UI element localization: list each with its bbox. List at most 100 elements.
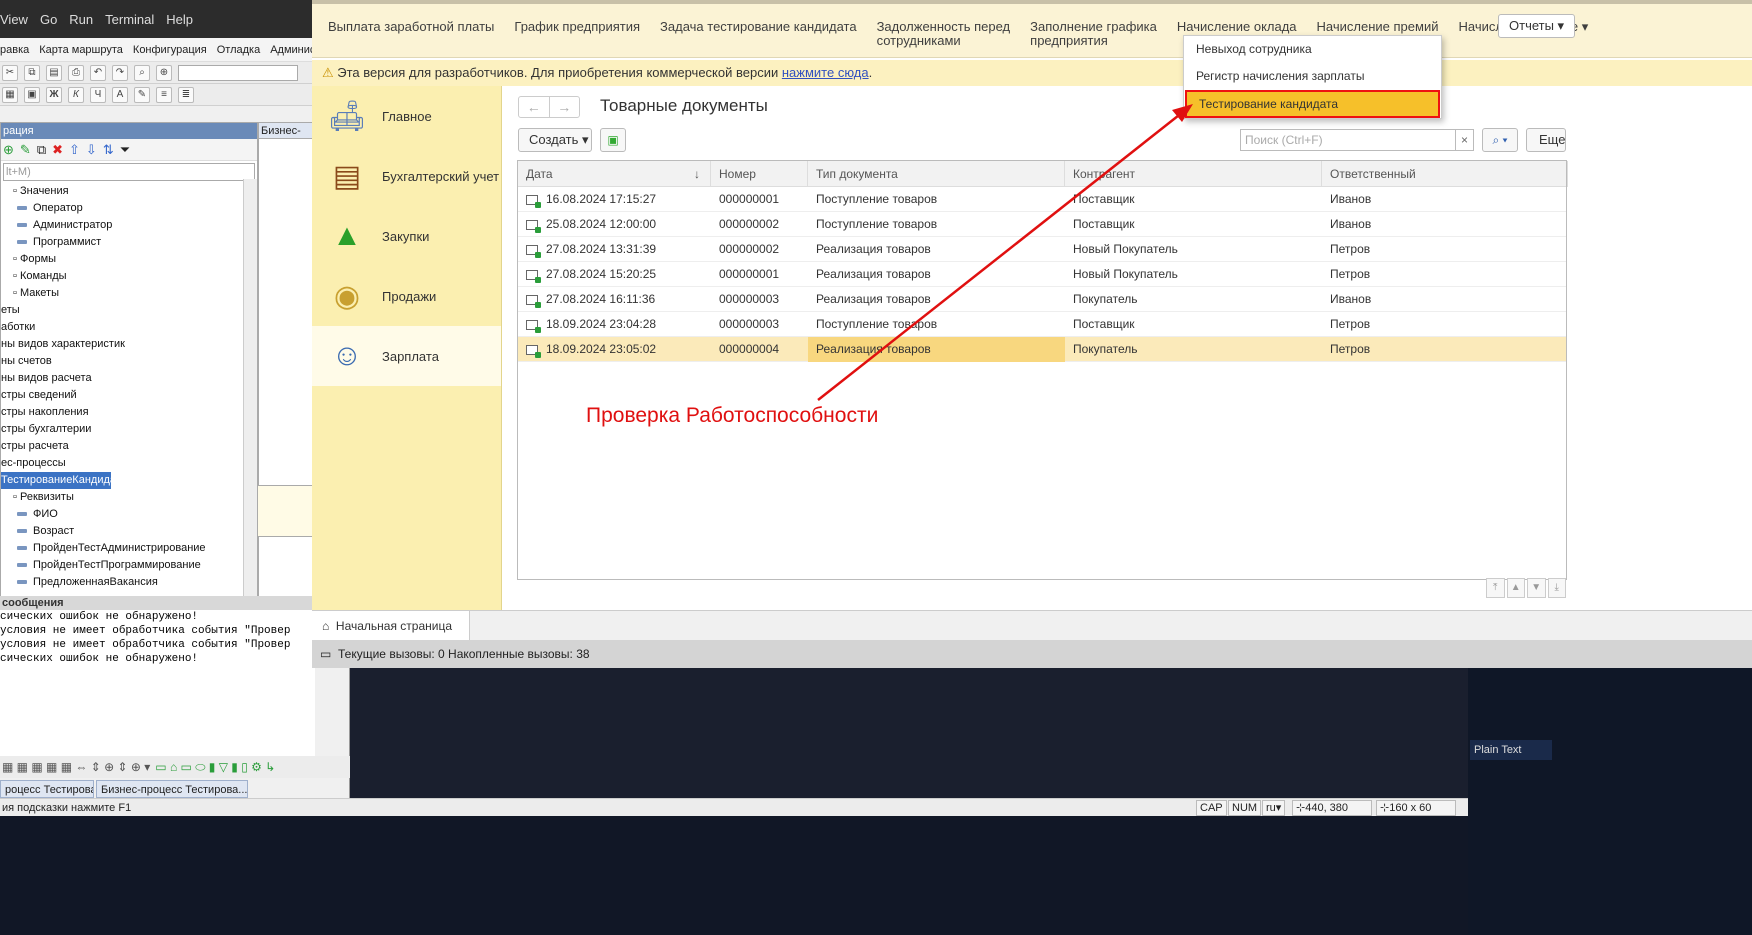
sort-icon[interactable]: ⇅ [103,142,114,158]
move-up-icon[interactable]: ⇧ [69,142,80,158]
paste-icon[interactable]: ▤ [46,64,62,81]
tree-item[interactable]: Оператор [1,200,257,217]
cfg-menu-route[interactable]: Карта маршрута [39,44,123,56]
table-row[interactable]: 25.08.2024 12:00:00 000000002 Поступление … [518,212,1566,237]
print-icon[interactable]: ⎙ [68,64,84,81]
tree-item[interactable]: еты [1,302,257,319]
table-row[interactable]: 27.08.2024 16:11:36 000000003 Реализация т… [518,287,1566,312]
tree-item[interactable]: аботки [1,319,257,336]
tree-item[interactable]: стры бухгалтерии [1,421,257,438]
task-bizprocess-1[interactable]: роцесс Тестирова... [0,780,94,798]
clear-search-icon[interactable]: × [1456,129,1474,151]
underline-icon[interactable]: Ч [90,86,106,103]
column-header[interactable]: Ответственный [1322,161,1568,187]
back-arrow-icon[interactable]: ← [519,97,549,117]
bizprocess-tab[interactable]: Бизнес- [259,123,313,139]
tree-item[interactable]: ПройденТестАдминистрирование [1,540,257,557]
tree-item[interactable]: ны видов характеристик [1,336,257,353]
bold-icon[interactable]: Ж [46,86,62,103]
table-row[interactable]: 27.08.2024 15:20:25 000000001 Реализация т… [518,262,1566,287]
dropdown-item[interactable]: Тестирование кандидата [1185,90,1440,118]
grid-icon[interactable]: ▦ [2,86,18,103]
cut-icon[interactable]: ✂ [2,64,18,81]
tree-scrollbar[interactable] [243,179,257,597]
menu-run[interactable]: Run [69,12,93,27]
last-page-icon[interactable]: ⤓ [1547,578,1566,598]
nav-item[interactable]: Начисление премий [1317,20,1439,34]
tree-item[interactable]: ФИО [1,506,257,523]
section-1[interactable]: 🛋 Главное [312,86,501,146]
add-icon[interactable]: ⊕ [3,142,14,158]
section-2[interactable]: ▤ Бухгалтерский учет [312,146,501,206]
copy-icon[interactable]: ⧉ [24,64,40,81]
edit-icon[interactable]: ✎ [20,142,31,158]
column-header[interactable]: Дата ↓ [518,161,711,187]
tree-item[interactable]: ТестированиеКандидата [1,472,111,489]
tree-item[interactable]: ▫ Реквизиты [1,489,257,506]
add-doc-icon[interactable]: ▣ [600,128,626,152]
dropdown-item[interactable]: Невыход сотрудника [1184,36,1441,63]
cfg-menu-edit[interactable]: равка [0,44,29,56]
prev-page-icon[interactable]: ▲ [1506,578,1525,598]
nav-item[interactable]: Выплата заработной платы [328,20,494,34]
menu-go[interactable]: Go [40,12,57,27]
redo-icon[interactable]: ↷ [112,64,128,81]
status-lang[interactable]: ru▾ [1262,800,1286,816]
first-page-icon[interactable]: ⤒ [1486,578,1505,598]
menu-help[interactable]: Help [166,12,193,27]
search-icon[interactable]: ⌕ ▾ [1482,128,1518,152]
more-button[interactable]: Еще [1526,128,1566,152]
align-center-icon[interactable]: ≣ [178,86,194,103]
tree-search-input[interactable]: lt+M) [3,163,255,181]
column-header[interactable]: Номер [711,161,808,187]
next-page-icon[interactable]: ▼ [1527,578,1546,598]
cfg-menu-debug[interactable]: Отладка [217,44,260,56]
tree-item[interactable]: ны видов расчета [1,370,257,387]
module-icon[interactable]: ▣ [24,86,40,103]
font-color-icon[interactable]: A [112,86,128,103]
search-input[interactable]: Поиск (Ctrl+F) [1240,129,1456,151]
tree-item[interactable]: ▫ Значения [1,183,257,200]
copy-icon[interactable]: ⧉ [37,142,46,158]
dropdown-item[interactable]: Регистр начисления зарплаты [1184,63,1441,90]
tree-item[interactable]: стры сведений [1,387,257,404]
home-tab[interactable]: ⌂ Начальная страница [312,611,470,641]
tree-item[interactable]: Возраст [1,523,257,540]
tree-item[interactable]: ▫ Формы [1,251,257,268]
table-row[interactable]: 27.08.2024 13:31:39 000000002 Реализация т… [518,237,1566,262]
tree-item[interactable]: ПройденТестПрограммирование [1,557,257,574]
tree-item[interactable]: ПредложеннаяВакансия [1,574,257,591]
highlight-icon[interactable]: ✎ [134,86,150,103]
forward-arrow-icon[interactable]: → [548,97,580,117]
cfg-find-input[interactable] [178,64,298,81]
filter-icon[interactable]: ⏷ [120,142,130,158]
tree-item[interactable]: Администратор [1,217,257,234]
nav-item[interactable]: График предприятия [514,20,640,34]
tree-item[interactable]: ▫ Команды [1,268,257,285]
zoom-icon[interactable]: ⊕ [156,64,172,81]
tree-item[interactable]: стры расчета [1,438,257,455]
section-3[interactable]: ▲ Закупки [312,206,501,266]
bizprocess-node[interactable] [257,485,313,537]
find-icon[interactable]: ⌕ [134,64,150,81]
undo-icon[interactable]: ↶ [90,64,106,81]
column-header[interactable]: Тип документа [808,161,1065,187]
tree-item[interactable]: ес-процессы [1,455,257,472]
reports-button[interactable]: Отчеты ▾ [1498,14,1576,38]
tree-item[interactable]: Программист [1,234,257,251]
nav-item[interactable]: Задолженность перед сотрудниками [877,20,1011,48]
menu-terminal[interactable]: Terminal [105,12,154,27]
nav-item[interactable]: Задача тестирование кандидата [660,20,857,34]
tree-item[interactable]: ▫ Макеты [1,285,257,302]
create-button[interactable]: Создать ▾ [518,128,592,152]
table-row[interactable]: 18.09.2024 23:04:28 000000003 Поступление … [518,312,1566,337]
table-row[interactable]: 16.08.2024 17:15:27 000000001 Поступление … [518,187,1566,212]
menu-view[interactable]: View [0,12,28,27]
tree-item[interactable]: стры накопления [1,404,257,421]
shape-icons[interactable]: ▭ ⌂ ▭ ⬭ ▮ ▽ ▮ ▯ ⚙ ↳ [155,760,275,775]
section-4[interactable]: ◉ Продажи [312,266,501,326]
plain-text-label[interactable]: Plain Text [1470,740,1552,760]
nav-item[interactable]: Начисление оклада [1177,20,1297,34]
nav-item[interactable]: Заполнение графика предприятия [1030,20,1157,48]
task-bizprocess-2[interactable]: Бизнес-процесс Тестирова... [96,780,248,798]
